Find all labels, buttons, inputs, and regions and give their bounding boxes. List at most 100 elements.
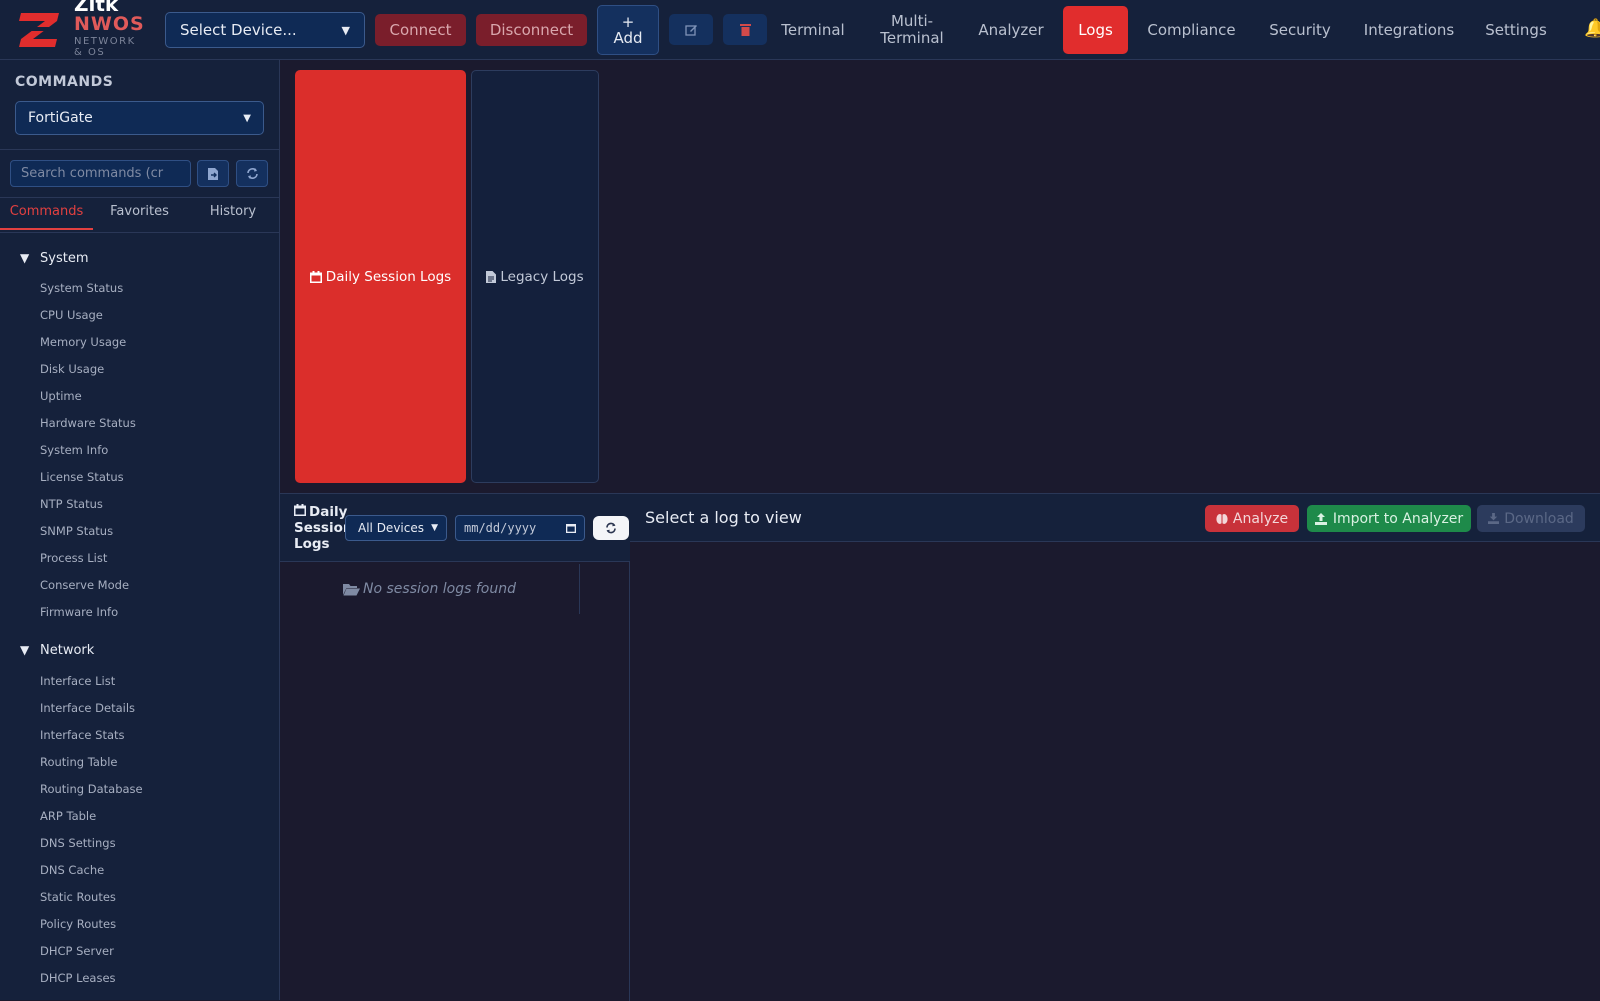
- command-item[interactable]: Firmware Info: [40, 605, 118, 619]
- date-filter-input[interactable]: mm/dd/yyyy: [455, 515, 585, 541]
- folder-open-icon: [343, 583, 360, 595]
- edit-icon: [684, 25, 697, 36]
- tab-terminal[interactable]: Terminal: [771, 6, 855, 54]
- refresh-button[interactable]: [593, 516, 629, 540]
- chevron-down-icon: ▼: [243, 112, 251, 124]
- tab-logs[interactable]: Logs: [1063, 6, 1128, 54]
- brand-tagline-line2: & OS: [74, 47, 106, 58]
- tab-favorites[interactable]: Favorites: [93, 204, 186, 230]
- command-item[interactable]: System Status: [40, 281, 123, 295]
- logo-icon: [19, 13, 59, 47]
- command-item[interactable]: Interface Details: [40, 701, 135, 715]
- tab-multi-terminal-line1: Multi-: [890, 12, 934, 30]
- trash-icon: [739, 24, 751, 36]
- command-item[interactable]: DHCP Server: [40, 944, 114, 958]
- command-item[interactable]: Uptime: [40, 389, 82, 403]
- calendar-icon: [309, 270, 322, 283]
- category-network[interactable]: ▼ Network: [20, 643, 94, 658]
- brand-tagline: NETWORK & OS: [74, 36, 136, 58]
- download-button[interactable]: Download: [1477, 505, 1585, 532]
- commands-sidebar: COMMANDS FortiGate ▼ Search commands (cr…: [0, 60, 280, 1000]
- disconnect-button[interactable]: Disconnect: [476, 14, 587, 46]
- tab-history[interactable]: History: [186, 204, 279, 230]
- import-commands-button[interactable]: [197, 160, 229, 187]
- session-logs-header: Daily Session Logs All Devices ▼ mm/dd/y…: [280, 494, 630, 562]
- command-item[interactable]: Hardware Status: [40, 416, 136, 430]
- edit-device-button[interactable]: [669, 14, 713, 45]
- legacy-logs-button[interactable]: Legacy Logs: [471, 70, 599, 483]
- tab-commands[interactable]: Commands: [0, 204, 93, 230]
- commands-heading: COMMANDS: [15, 74, 114, 90]
- refresh-icon: [606, 522, 616, 534]
- connect-button[interactable]: Connect: [375, 14, 466, 46]
- tab-settings[interactable]: Settings: [1480, 6, 1552, 54]
- download-label: Download: [1504, 510, 1574, 527]
- top-bar: Zitk NWOS NETWORK & OS Select Device... …: [0, 0, 1600, 60]
- category-system[interactable]: ▼ System: [20, 251, 88, 266]
- divider: [0, 232, 279, 233]
- import-label: Import to Analyzer: [1332, 510, 1464, 527]
- sync-icon: [246, 168, 258, 179]
- daily-session-logs-button[interactable]: Daily Session Logs: [295, 70, 466, 483]
- chevron-down-icon: ▼: [341, 23, 350, 37]
- logs-workspace: Daily Session Logs All Devices ▼ mm/dd/y…: [280, 493, 1600, 1001]
- tab-compliance[interactable]: Compliance: [1139, 6, 1244, 54]
- delete-device-button[interactable]: [723, 14, 767, 45]
- add-device-button[interactable]: + Add: [597, 5, 659, 55]
- command-item[interactable]: System Info: [40, 443, 108, 457]
- legacy-logs-label: Legacy Logs: [500, 268, 584, 285]
- command-item[interactable]: NTP Status: [40, 497, 103, 511]
- brand-tagline-line1: NETWORK: [74, 36, 136, 47]
- command-item[interactable]: Disk Usage: [40, 362, 104, 376]
- caret-down-icon: ▼: [20, 251, 30, 265]
- plus-label: +: [621, 13, 635, 31]
- command-item[interactable]: Interface List: [40, 674, 115, 688]
- brand-product: NWOS: [74, 13, 145, 35]
- empty-state: No session logs found: [280, 564, 580, 614]
- command-item[interactable]: DNS Cache: [40, 863, 104, 877]
- command-item[interactable]: ARP Table: [40, 809, 96, 823]
- search-input[interactable]: Search commands (cr: [10, 160, 191, 187]
- sync-commands-button[interactable]: [236, 160, 268, 187]
- command-item[interactable]: License Status: [40, 470, 124, 484]
- session-logs-title-line1: Daily: [309, 504, 348, 520]
- device-filter-value: All Devices: [358, 521, 424, 535]
- session-logs-title: Daily Session Logs: [294, 504, 353, 552]
- command-item[interactable]: CPU Usage: [40, 308, 103, 322]
- import-to-analyzer-button[interactable]: Import to Analyzer: [1307, 505, 1471, 532]
- tab-analyzer[interactable]: Analyzer: [968, 6, 1054, 54]
- tab-security[interactable]: Security: [1262, 6, 1338, 54]
- vendor-select[interactable]: FortiGate ▼: [15, 101, 264, 135]
- command-item[interactable]: SNMP Status: [40, 524, 113, 538]
- empty-state-text: No session logs found: [363, 581, 516, 597]
- category-label: Network: [40, 643, 95, 658]
- command-item[interactable]: Static Routes: [40, 890, 116, 904]
- command-item[interactable]: Memory Usage: [40, 335, 126, 349]
- search-placeholder: Search commands (cr: [21, 166, 164, 181]
- tab-multi-terminal[interactable]: Multi- Terminal: [866, 6, 958, 54]
- bell-icon[interactable]: 🔔: [1584, 18, 1600, 40]
- daily-session-logs-label: Daily Session Logs: [325, 268, 452, 285]
- file-import-icon: [208, 167, 218, 180]
- command-item[interactable]: Interface Stats: [40, 728, 125, 742]
- device-filter-select[interactable]: All Devices ▼: [345, 515, 447, 541]
- tab-multi-terminal-line2: Terminal: [880, 29, 944, 47]
- command-item[interactable]: Conserve Mode: [40, 578, 129, 592]
- download-icon: [1488, 513, 1500, 524]
- command-item[interactable]: Policy Routes: [40, 917, 116, 931]
- analyze-button[interactable]: Analyze: [1205, 505, 1299, 532]
- command-item[interactable]: Routing Table: [40, 755, 118, 769]
- category-label: System: [40, 251, 89, 266]
- session-logs-title-line2: Session: [294, 520, 353, 536]
- upload-icon: [1314, 512, 1327, 525]
- tab-integrations[interactable]: Integrations: [1356, 6, 1462, 54]
- command-item[interactable]: DHCP Leases: [40, 971, 116, 985]
- device-select-value: Select Device...: [180, 21, 297, 39]
- divider: [0, 149, 279, 150]
- command-item[interactable]: Routing Database: [40, 782, 143, 796]
- command-item[interactable]: Process List: [40, 551, 107, 565]
- command-item[interactable]: DNS Settings: [40, 836, 116, 850]
- analyze-label: Analyze: [1232, 510, 1289, 527]
- caret-down-icon: ▼: [20, 643, 30, 657]
- device-select[interactable]: Select Device... ▼: [165, 12, 365, 48]
